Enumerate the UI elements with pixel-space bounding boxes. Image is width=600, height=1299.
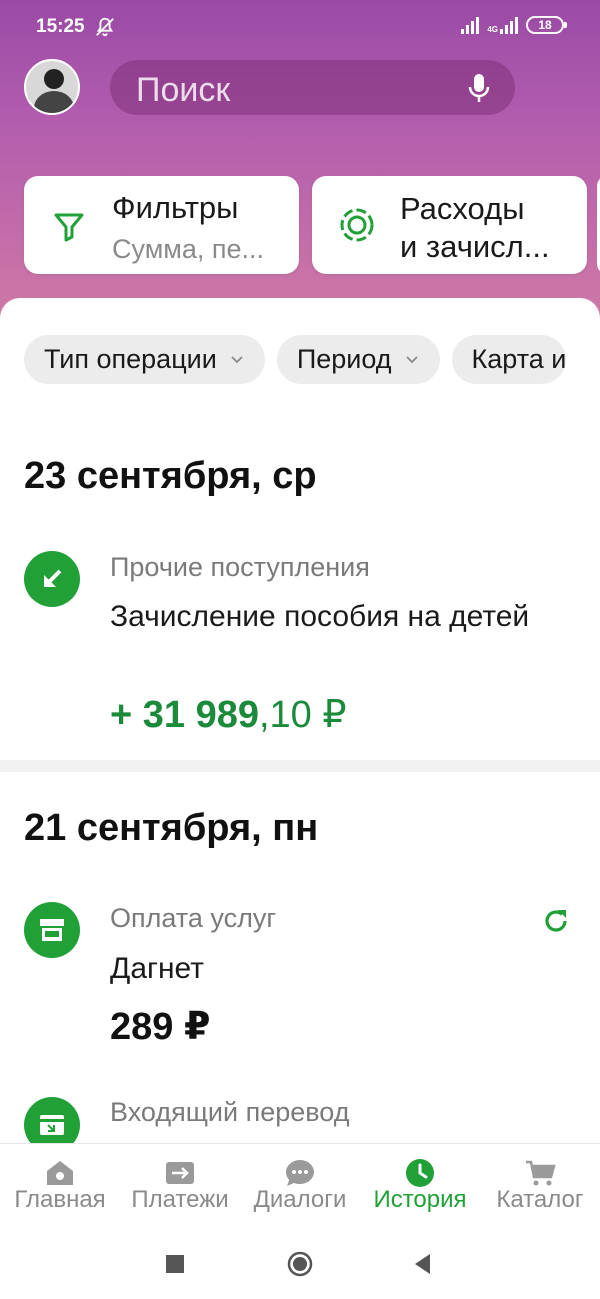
transaction-amount: + 31 989,10 ₽ [110,692,347,737]
repeat-icon[interactable] [540,905,572,937]
search-placeholder: Поиск [136,71,231,109]
expenses-title-line1: Расходы [400,191,525,226]
network-type: 4G [487,25,498,34]
filter-chips: Тип операции Период Карта и [24,335,567,384]
store-icon [24,902,80,958]
chip-label: Тип операции [44,344,217,374]
chip-label: Карта и [471,344,567,374]
nav-item-history[interactable]: История [360,1144,480,1230]
date-heading: 23 сентября, ср [24,455,317,497]
nav-label: Каталог [496,1186,584,1213]
nav-item-dialogs[interactable]: Диалоги [240,1144,360,1230]
transaction-title: Зачисление пособия на детей [110,600,530,633]
nav-label: Главная [14,1186,106,1213]
battery-level: 18 [538,18,552,32]
home-icon [47,1161,73,1185]
chevron-down-icon [405,355,418,363]
bottom-nav: Главная Платежи Диалоги История Каталог [0,1143,600,1229]
mic-icon[interactable] [467,72,491,104]
nav-item-payments[interactable]: Платежи [120,1144,240,1230]
battery-icon: 18 [526,16,567,34]
signal-4g-icon [500,16,518,34]
expenses-title: Расходы и зачисл... [400,190,550,266]
transaction-category: Оплата услуг [110,903,277,933]
back-icon[interactable] [410,1251,436,1277]
nav-label: Диалоги [253,1186,347,1213]
avatar[interactable] [24,59,80,115]
chip-operation-type[interactable]: Тип операции [24,335,265,384]
nav-item-catalog[interactable]: Каталог [480,1144,600,1230]
status-bar: 15:25 4G 18 [0,0,600,50]
signal-icon [461,16,480,34]
nav-label: История [373,1186,467,1213]
bell-muted-icon [96,17,114,37]
filters-subtitle: Сумма, пе... [112,234,264,264]
date-heading: 21 сентября, пн [24,807,319,849]
filters-title: Фильтры [112,190,239,225]
amount-sign: + [110,694,143,736]
chip-card[interactable]: Карта и [451,335,567,384]
expenses-title-line2: и зачисл... [400,229,550,264]
amount-decimal: ,10 ₽ [258,694,347,736]
arrow-in-icon [24,551,80,607]
nav-label: Платежи [131,1186,229,1213]
transaction-category: Прочие поступления [110,552,370,582]
chevron-down-icon [231,355,243,363]
system-nav-bar [0,1229,600,1299]
filter-icon [54,213,84,242]
ring-chart-icon [340,208,374,242]
payments-icon [166,1162,194,1184]
status-indicators: 4G 18 [461,16,567,34]
history-icon [406,1159,434,1187]
expenses-card[interactable]: Расходы и зачисл... [312,176,587,274]
transaction-title: Дагнет [110,952,204,985]
dialogs-icon [286,1160,314,1186]
chip-period[interactable]: Период [276,335,440,384]
chip-label: Период [296,344,392,374]
transaction-amount: 289 ₽ [110,1006,211,1048]
filters-card[interactable]: Фильтры Сумма, пе... [24,176,299,274]
status-time: 15:25 [36,16,85,37]
search-input[interactable]: Поиск [110,60,515,115]
amount-integer: 31 989 [142,694,259,736]
transaction-category: Входящий перевод [110,1097,350,1127]
cart-icon [526,1160,556,1186]
home-button-icon[interactable] [287,1251,313,1277]
recent-apps-icon[interactable] [162,1251,188,1277]
nav-item-home[interactable]: Главная [0,1144,120,1230]
group-divider [0,760,600,772]
